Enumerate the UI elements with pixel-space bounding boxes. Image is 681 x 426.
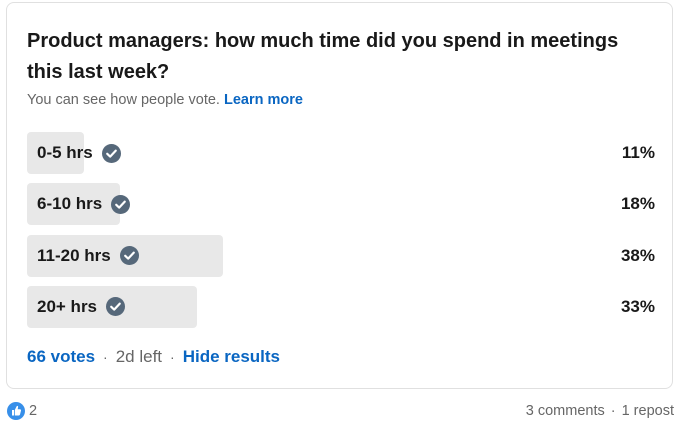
separator-dot: · <box>170 349 175 365</box>
comments-count-link[interactable]: 3 comments <box>526 403 605 419</box>
poll-options: 0-5 hrs 11% 6-10 hrs 18% 11-20 hrs 38% 2… <box>27 132 655 337</box>
check-circle-icon <box>101 143 121 163</box>
poll-option-label: 11-20 hrs <box>37 245 111 265</box>
poll-option-6-10: 6-10 hrs 18% <box>27 183 655 226</box>
poll-option-label: 0-5 hrs <box>37 143 93 162</box>
poll-visibility-note: You can see how people vote. Learn more <box>27 92 303 108</box>
poll-option-label-row: 11-20 hrs <box>37 235 139 277</box>
poll-option-percent: 38% <box>620 245 655 265</box>
check-circle-icon <box>106 297 126 317</box>
poll-option-11-20: 11-20 hrs 38% <box>27 234 655 277</box>
poll-question: Product managers: how much time did you … <box>27 30 619 83</box>
like-icon <box>7 402 25 420</box>
reactions-summary[interactable]: 2 <box>7 402 37 420</box>
poll-option-label-row: 6-10 hrs <box>37 183 131 225</box>
poll-option-percent: 33% <box>620 296 655 316</box>
social-counts-bar: 2 3 comments · 1 repost <box>7 400 674 422</box>
time-left: 2d left <box>115 347 163 366</box>
reaction-count: 2 <box>29 403 38 419</box>
engagement-counts: 3 comments · 1 repost <box>526 403 674 419</box>
separator-dot: · <box>610 403 616 419</box>
learn-more-link[interactable]: Learn more <box>224 92 303 108</box>
poll-option-0-5: 0-5 hrs 11% <box>27 132 655 174</box>
poll-option-label: 6-10 hrs <box>37 194 103 214</box>
visibility-note-text: You can see how people vote. <box>27 92 220 108</box>
poll-option-label: 20+ hrs <box>37 296 98 316</box>
poll-option-percent: 11% <box>621 143 655 162</box>
check-circle-icon <box>111 194 131 214</box>
poll-option-20-plus: 20+ hrs 33% <box>27 285 655 328</box>
hide-results-link[interactable]: Hide results <box>183 347 280 367</box>
poll-option-label-row: 0-5 hrs <box>37 132 121 174</box>
poll-footer: 66 votes · 2d left · Hide results <box>27 347 280 367</box>
poll-option-label-row: 20+ hrs <box>37 286 126 328</box>
poll-card: Product managers: how much time did you … <box>6 2 673 389</box>
check-circle-icon <box>119 246 139 266</box>
votes-count-link[interactable]: 66 votes <box>27 347 95 367</box>
separator-dot: · <box>103 349 108 365</box>
poll-option-percent: 18% <box>620 194 655 214</box>
reposts-count-link[interactable]: 1 repost <box>622 403 674 419</box>
